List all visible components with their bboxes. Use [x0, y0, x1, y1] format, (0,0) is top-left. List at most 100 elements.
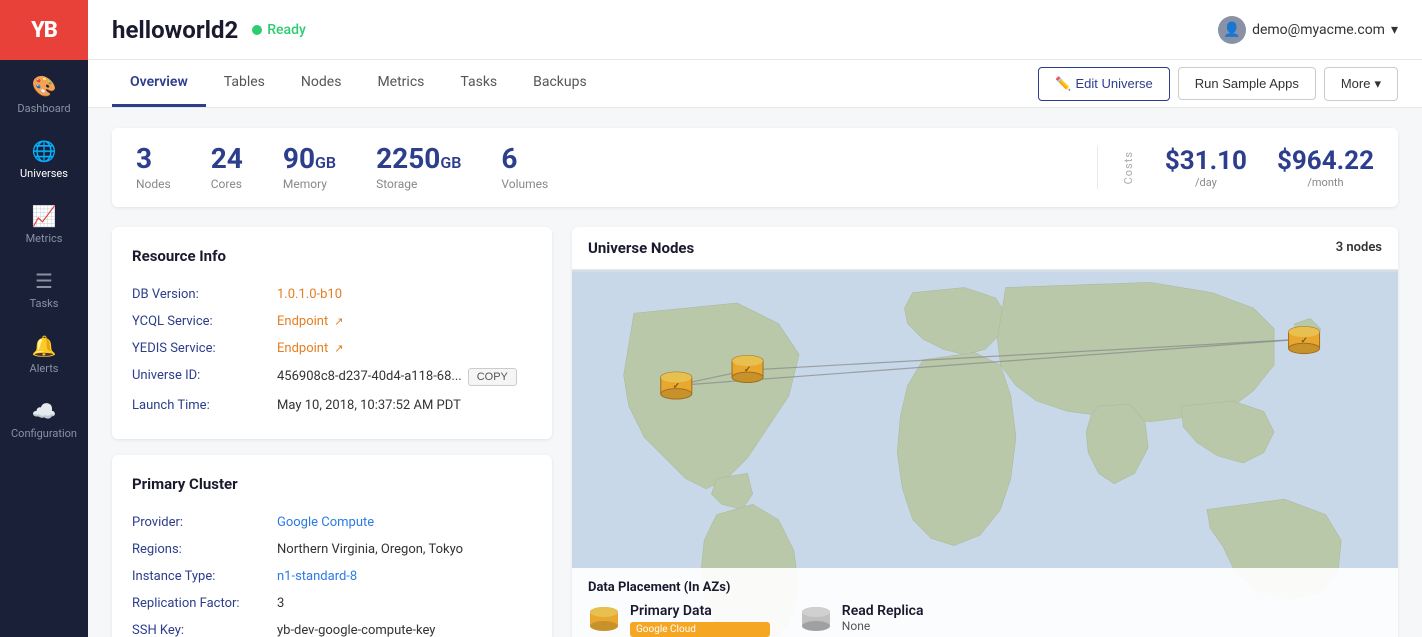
instance-type-key: Instance Type:	[132, 569, 277, 584]
regions-val: Northern Virginia, Oregon, Tokyo	[277, 542, 463, 557]
primary-data-icon	[588, 605, 620, 637]
read-replica-name: Read Replica	[842, 603, 924, 619]
main-content: helloworld2 Ready 👤 demo@myacme.com ▾ Ov…	[88, 0, 1422, 637]
map-container: ✓ ✓	[572, 270, 1398, 637]
universe-id-key: Universe ID:	[132, 368, 277, 386]
content-area: 3 Nodes 24 Cores 90GB Memory 2250GB Stor…	[88, 108, 1422, 637]
cluster-row-instance: Instance Type: n1-standard-8	[132, 563, 532, 590]
costs-section: Costs $31.10 /day $964.22 /month	[1097, 146, 1374, 189]
dashboard-icon: 🎨	[32, 74, 57, 98]
two-col-layout: Resource Info DB Version: 1.0.1.0-b10 YC…	[112, 227, 1398, 637]
sidebar-item-tasks[interactable]: ☰ Tasks	[0, 255, 88, 320]
cost-day-value: $31.10	[1165, 146, 1247, 176]
tab-metrics[interactable]: Metrics	[359, 60, 442, 107]
tab-tasks[interactable]: Tasks	[442, 60, 515, 107]
stats-row: 3 Nodes 24 Cores 90GB Memory 2250GB Stor…	[112, 128, 1398, 207]
tab-actions: ✏️ Edit Universe Run Sample Apps More ▾	[1038, 67, 1398, 101]
alerts-icon: 🔔	[32, 334, 57, 358]
cluster-row-replication: Replication Factor: 3	[132, 590, 532, 617]
status-dot	[252, 25, 262, 35]
tab-tables[interactable]: Tables	[206, 60, 283, 107]
launch-time-val: May 10, 2018, 10:37:52 AM PDT	[277, 398, 461, 413]
sidebar-item-alerts[interactable]: 🔔 Alerts	[0, 320, 88, 385]
storage-value: 2250GB	[376, 144, 461, 175]
yedis-ext-icon: ↗	[334, 342, 343, 355]
header: helloworld2 Ready 👤 demo@myacme.com ▾	[88, 0, 1422, 60]
cluster-row-ssh: SSH Key: yb-dev-google-compute-key	[132, 617, 532, 637]
tasks-icon: ☰	[35, 269, 53, 293]
ycql-val: Endpoint ↗	[277, 314, 343, 329]
read-replica-icon	[800, 605, 832, 637]
read-replica-detail: None	[842, 619, 924, 633]
metrics-icon: 📈	[32, 204, 57, 228]
map-title: Universe Nodes	[588, 239, 694, 257]
status-badge: Ready	[252, 22, 306, 38]
primary-data-info: Primary Data Google Cloud 3 Regions, 3 A…	[630, 603, 770, 637]
data-placement-content: Data Placement (In AZs)	[588, 580, 924, 637]
tab-overview[interactable]: Overview	[112, 60, 206, 107]
launch-time-key: Launch Time:	[132, 398, 277, 413]
read-replica-info: Read Replica None	[842, 603, 924, 633]
sidebar-label-alerts: Alerts	[30, 362, 59, 375]
sidebar: YB 🎨 Dashboard 🌐 Universes 📈 Metrics ☰ T…	[0, 0, 88, 637]
storage-label: Storage	[376, 177, 461, 191]
sidebar-item-metrics[interactable]: 📈 Metrics	[0, 190, 88, 255]
cost-day-label: /day	[1195, 176, 1217, 189]
sidebar-label-tasks: Tasks	[30, 297, 59, 310]
info-row-yedis: YEDIS Service: Endpoint ↗	[132, 335, 532, 362]
info-row-ycql: YCQL Service: Endpoint ↗	[132, 308, 532, 335]
universe-nodes-card: Universe Nodes 3 nodes	[572, 227, 1398, 637]
db-node-3: ✓	[1289, 327, 1320, 354]
svg-text:✓: ✓	[1301, 336, 1308, 346]
provider-val: Google Compute	[277, 515, 374, 530]
db-node-2: ✓	[661, 372, 692, 399]
sidebar-item-configuration[interactable]: ☁️ Configuration	[0, 385, 88, 450]
db-version-link[interactable]: 1.0.1.0-b10	[277, 287, 342, 302]
cost-per-month: $964.22 /month	[1277, 146, 1374, 189]
sidebar-label-universes: Universes	[20, 167, 68, 180]
copy-button[interactable]: COPY	[468, 368, 517, 386]
resource-info-table: DB Version: 1.0.1.0-b10 YCQL Service: En…	[132, 281, 532, 419]
memory-value: 90GB	[283, 144, 336, 175]
instance-type-link[interactable]: n1-standard-8	[277, 569, 357, 584]
universe-id-val: 456908c8-d237-40d4-a118-68... COPY	[277, 368, 517, 386]
sidebar-label-dashboard: Dashboard	[17, 102, 70, 115]
primary-data-name: Primary Data	[630, 603, 770, 619]
user-menu[interactable]: 👤 demo@myacme.com ▾	[1218, 16, 1398, 44]
configuration-icon: ☁️	[32, 399, 57, 423]
cost-per-day: $31.10 /day	[1165, 146, 1247, 189]
data-placement-overlay: Data Placement (In AZs)	[572, 568, 1398, 637]
svg-text:✓: ✓	[673, 381, 680, 391]
more-button[interactable]: More ▾	[1324, 67, 1398, 101]
tab-backups[interactable]: Backups	[515, 60, 605, 107]
volumes-value: 6	[501, 144, 548, 175]
tab-bar: Overview Tables Nodes Metrics Tasks Back…	[88, 60, 1422, 108]
edit-universe-button[interactable]: ✏️ Edit Universe	[1038, 67, 1170, 101]
sidebar-item-dashboard[interactable]: 🎨 Dashboard	[0, 60, 88, 125]
cost-month-label: /month	[1307, 176, 1343, 189]
ycql-endpoint-link[interactable]: Endpoint	[277, 314, 328, 329]
resource-info-title: Resource Info	[132, 247, 532, 265]
provider-link[interactable]: Google Compute	[277, 515, 374, 530]
right-column: Universe Nodes 3 nodes	[572, 227, 1398, 637]
run-sample-apps-button[interactable]: Run Sample Apps	[1178, 67, 1316, 100]
cluster-row-regions: Regions: Northern Virginia, Oregon, Toky…	[132, 536, 532, 563]
costs-label: Costs	[1122, 151, 1135, 184]
replication-factor-key: Replication Factor:	[132, 596, 277, 611]
sidebar-item-universes[interactable]: 🌐 Universes	[0, 125, 88, 190]
data-placement-title: Data Placement (In AZs)	[588, 580, 924, 595]
status-text: Ready	[267, 22, 306, 38]
sidebar-label-configuration: Configuration	[11, 427, 77, 440]
logo-text: YB	[31, 18, 57, 43]
ycql-ext-icon: ↗	[334, 315, 343, 328]
universes-icon: 🌐	[32, 139, 57, 163]
ssh-key-key: SSH Key:	[132, 623, 277, 637]
map-header: Universe Nodes 3 nodes	[572, 227, 1398, 270]
tab-nodes[interactable]: Nodes	[283, 60, 360, 107]
read-replica-item: Read Replica None	[800, 603, 924, 637]
yedis-endpoint-link[interactable]: Endpoint	[277, 341, 328, 356]
replication-factor-val: 3	[277, 596, 284, 611]
primary-cluster-table: Provider: Google Compute Regions: Northe…	[132, 509, 532, 637]
primary-cluster-card: Primary Cluster Provider: Google Compute…	[112, 455, 552, 637]
svg-text:✓: ✓	[744, 365, 751, 375]
